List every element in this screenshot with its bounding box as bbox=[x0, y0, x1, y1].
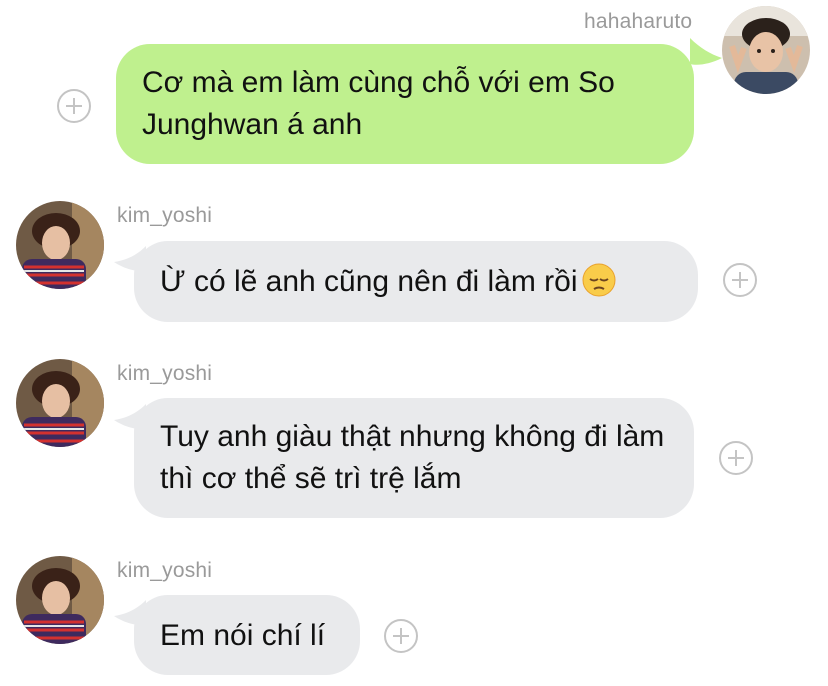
message-text: Ừ có lẽ anh cũng nên đi làm rồi bbox=[160, 265, 578, 298]
avatar[interactable] bbox=[16, 556, 104, 644]
avatar[interactable] bbox=[16, 201, 104, 289]
sender-username: kim_yoshi bbox=[117, 559, 213, 582]
pensive-face-icon bbox=[582, 263, 616, 297]
message-bubble[interactable]: Tuy anh giàu thật nhưng không đi làm thì… bbox=[134, 398, 694, 518]
add-reaction-icon[interactable] bbox=[384, 619, 418, 653]
avatar[interactable] bbox=[722, 6, 810, 94]
add-reaction-icon[interactable] bbox=[719, 441, 753, 475]
sender-username: kim_yoshi bbox=[117, 362, 213, 385]
avatar[interactable] bbox=[16, 359, 104, 447]
sender-username: kim_yoshi bbox=[117, 204, 213, 227]
add-reaction-icon[interactable] bbox=[723, 263, 757, 297]
add-reaction-icon[interactable] bbox=[57, 89, 91, 123]
message-bubble[interactable]: Em nói chí lí bbox=[134, 595, 360, 675]
message-bubble[interactable]: Cơ mà em làm cùng chỗ với em So Junghwan… bbox=[116, 44, 694, 164]
bubble-tail bbox=[690, 38, 722, 65]
sender-username: hahaharuto bbox=[584, 10, 693, 33]
message-bubble[interactable]: Ừ có lẽ anh cũng nên đi làm rồi bbox=[134, 241, 698, 322]
